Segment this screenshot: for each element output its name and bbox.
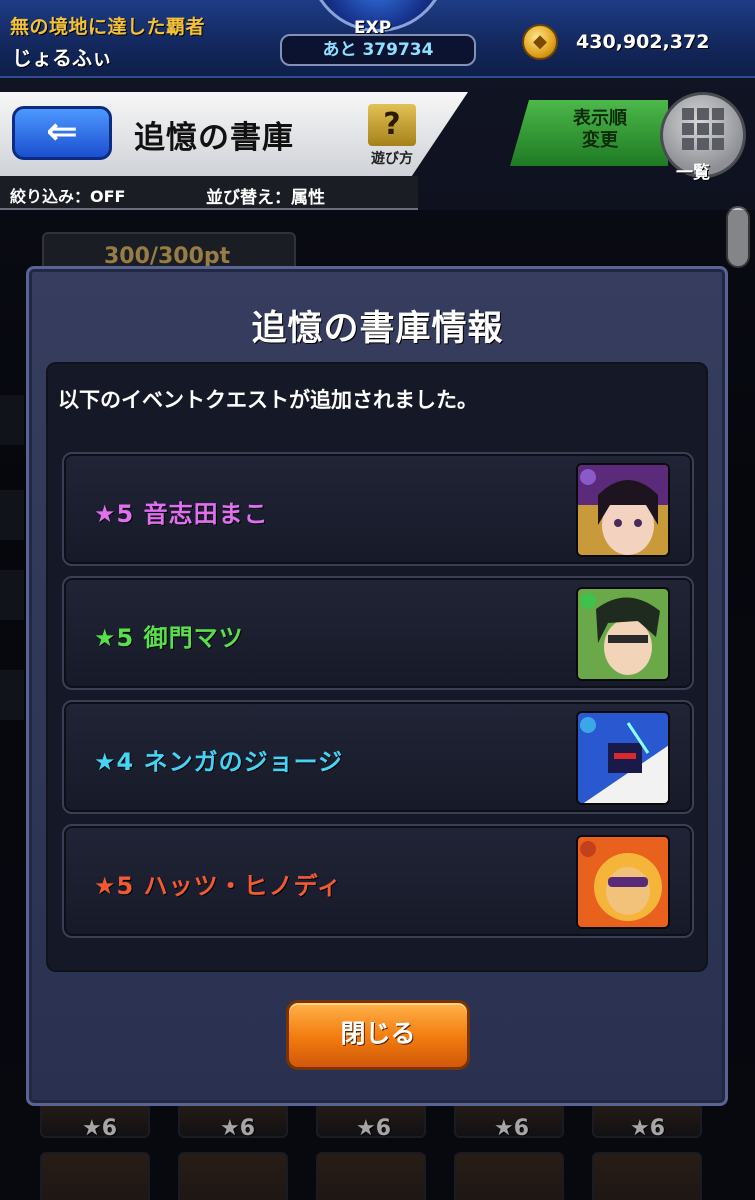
filter-toggle[interactable]: 絞り込み：OFF [10,183,125,207]
howto-label: 遊び方 [371,151,413,167]
quest-item[interactable]: ★5 御門マツ [62,576,694,690]
list-label: 一覧 [676,163,710,183]
order-change-button[interactable]: 表示順 変更 [510,100,668,166]
page-title: 追憶の書庫 [134,120,294,156]
quest-label: ★4 ネンガのジョージ [94,748,344,776]
quest-item[interactable]: ★4 ネンガのジョージ [62,700,694,814]
screen: 無の境地に達した覇者 じょるふぃ EXP あと 379734 ◆ 430,902… [0,0,755,1200]
quest-label: ★5 ハッツ・ヒノディ [94,872,342,900]
dialog-title: 追憶の書庫情報 [251,309,504,349]
coin-count: 430,902,372 [576,31,710,53]
character-portrait [576,587,670,681]
howto-button[interactable]: ? 遊び方 [364,104,420,168]
quest-item[interactable]: ★5 ハッツ・ヒノディ [62,824,694,938]
question-icon: ? [368,104,416,146]
character-portrait [576,463,670,557]
quest-item[interactable]: ★5 音志田まこ [62,452,694,566]
character-portrait [576,835,670,929]
quest-label: ★5 御門マツ [94,624,244,652]
character-portrait [576,711,670,805]
coin-icon: ◆ [522,24,558,60]
back-button[interactable]: ⇐ [12,106,112,160]
order-change-label: 表示順 変更 [573,108,627,151]
dialog-message: 以下のイベントクエストが追加されました。 [58,388,478,412]
close-button[interactable]: 閉じる [286,1000,470,1070]
sort-toggle[interactable]: 並び替え：属性 [206,183,325,208]
back-arrow-icon: ⇐ [46,109,78,153]
player-name: じょるふぃ [12,46,112,70]
exp-remaining: あと 379734 [280,34,476,66]
rank-title: 無の境地に達した覇者 [10,16,206,38]
quest-label: ★5 音志田まこ [94,500,269,528]
grid-icon [682,108,724,150]
